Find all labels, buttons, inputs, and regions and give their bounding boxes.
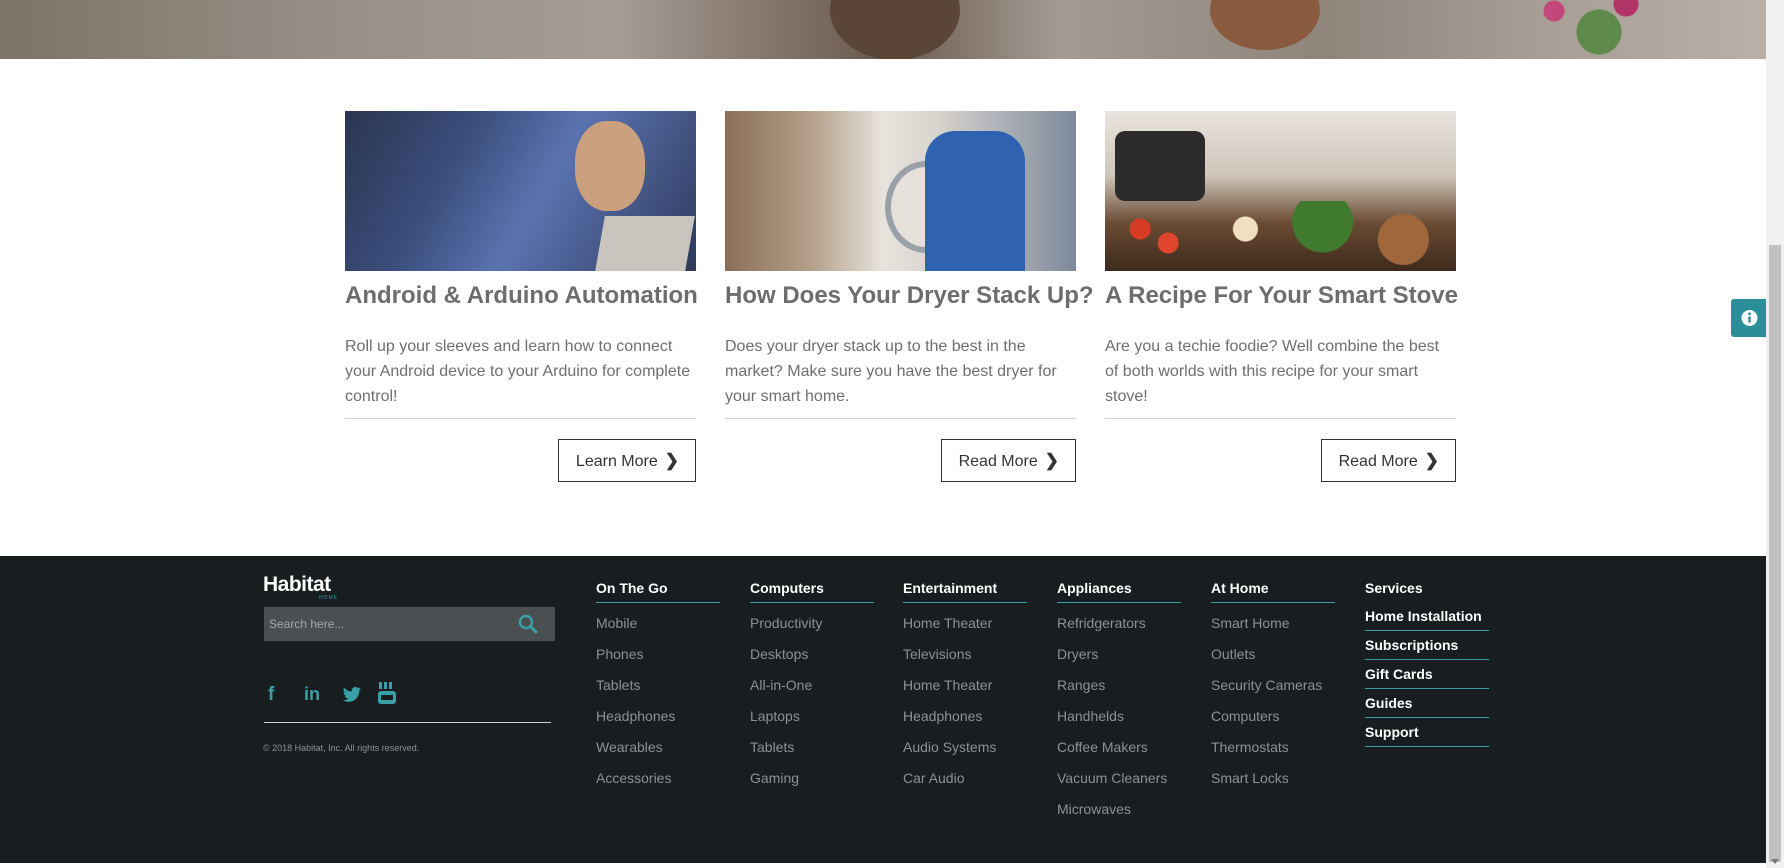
footer-column-services: Services Home Installation Subscriptions… xyxy=(1365,580,1489,747)
footer-column-appliances: Appliances Refridgerators Dryers Ranges … xyxy=(1057,580,1181,817)
footer-column-at-home: At Home Smart Home Outlets Security Came… xyxy=(1211,580,1335,786)
footer-link[interactable]: Computers xyxy=(1211,708,1335,724)
footer-link[interactable]: Vacuum Cleaners xyxy=(1057,770,1181,786)
footer-link[interactable]: Phones xyxy=(596,646,720,662)
scroll-down-arrow-icon[interactable] xyxy=(1771,859,1779,864)
footer-link[interactable]: Desktops xyxy=(750,646,874,662)
footer-link[interactable]: Audio Systems xyxy=(903,739,1027,755)
logo-subtext: HOME xyxy=(319,595,338,601)
hero-person xyxy=(1210,0,1320,50)
footer-link[interactable]: All-in-One xyxy=(750,677,874,693)
footer-link[interactable]: Headphones xyxy=(596,708,720,724)
site-footer: HabitatHOME f in © 2018 Habitat, Inc. Al… xyxy=(0,556,1766,863)
footer-link[interactable]: Handhelds xyxy=(1057,708,1181,724)
chevron-right-icon: ❯ xyxy=(1424,451,1439,470)
facebook-icon[interactable]: f xyxy=(268,684,290,706)
divider xyxy=(345,418,696,419)
info-icon xyxy=(1741,310,1758,326)
learn-more-button[interactable]: Learn More ❯ xyxy=(557,439,696,482)
linkedin-icon[interactable]: in xyxy=(304,684,326,706)
article-excerpt: Are you a techie foodie? Well combine th… xyxy=(1105,338,1440,405)
youtube-icon[interactable] xyxy=(378,682,396,704)
article-title[interactable]: A Recipe For Your Smart Stove xyxy=(1105,280,1458,312)
footer-link[interactable]: Smart Home xyxy=(1211,615,1335,631)
service-link-gift-cards[interactable]: Gift Cards xyxy=(1365,660,1489,689)
hero-flowers xyxy=(1500,0,1680,59)
column-heading[interactable]: At Home xyxy=(1211,580,1335,603)
footer-link[interactable]: Home Theater xyxy=(903,677,1027,693)
article-image[interactable] xyxy=(1105,111,1456,271)
footer-column-on-the-go: On The Go Mobile Phones Tablets Headphon… xyxy=(596,580,720,786)
footer-link[interactable]: Mobile xyxy=(596,615,720,631)
scrollbar-thumb[interactable] xyxy=(1769,245,1781,862)
footer-link[interactable]: Coffee Makers xyxy=(1057,739,1181,755)
footer-link[interactable]: Home Theater xyxy=(903,615,1027,631)
divider xyxy=(725,418,1076,419)
footer-link[interactable]: Smart Locks xyxy=(1211,770,1335,786)
footer-link[interactable]: Wearables xyxy=(596,739,720,755)
footer-link[interactable]: Thermostats xyxy=(1211,739,1335,755)
footer-link[interactable]: Refridgerators xyxy=(1057,615,1181,631)
service-link-home-installation[interactable]: Home Installation xyxy=(1365,602,1489,631)
info-button[interactable] xyxy=(1731,299,1768,337)
chevron-right-icon: ❯ xyxy=(1044,451,1059,470)
article-card-dryer: How Does Your Dryer Stack Up? Does your … xyxy=(725,111,1094,482)
divider xyxy=(264,722,551,723)
hero-person xyxy=(830,0,960,59)
habitat-logo[interactable]: Habitat HOME xyxy=(263,573,337,601)
footer-link[interactable]: Microwaves xyxy=(1057,801,1181,817)
column-heading[interactable]: Entertainment xyxy=(903,580,1027,603)
column-heading[interactable]: On The Go xyxy=(596,580,720,603)
footer-link[interactable]: Dryers xyxy=(1057,646,1181,662)
logo-text: Habitat xyxy=(263,573,331,596)
footer-link[interactable]: Ranges xyxy=(1057,677,1181,693)
footer-link[interactable]: Gaming xyxy=(750,770,874,786)
scrollbar[interactable] xyxy=(1766,0,1784,868)
column-heading[interactable]: Services xyxy=(1365,580,1489,596)
footer-link[interactable]: Security Cameras xyxy=(1211,677,1335,693)
footer-link[interactable]: Outlets xyxy=(1211,646,1335,662)
footer-link[interactable]: Tablets xyxy=(596,677,720,693)
footer-link[interactable]: Headphones xyxy=(903,708,1027,724)
article-excerpt: Roll up your sleeves and learn how to co… xyxy=(345,338,691,405)
copyright: © 2018 Habitat, Inc. All rights reserved… xyxy=(263,743,420,753)
footer-link[interactable]: Televisions xyxy=(903,646,1027,662)
article-title[interactable]: Android & Arduino Automation xyxy=(345,280,698,312)
twitter-icon[interactable] xyxy=(342,686,362,704)
search-icon[interactable] xyxy=(518,614,538,634)
footer-column-computers: Computers Productivity Desktops All-in-O… xyxy=(750,580,874,786)
button-label: Read More xyxy=(958,453,1038,470)
chevron-right-icon: ❯ xyxy=(664,451,679,470)
footer-column-entertainment: Entertainment Home Theater Televisions H… xyxy=(903,580,1027,786)
article-card-arduino: Android & Arduino Automation Roll up you… xyxy=(345,111,698,482)
footer-link[interactable]: Productivity xyxy=(750,615,874,631)
column-heading[interactable]: Appliances xyxy=(1057,580,1181,603)
footer-link[interactable]: Laptops xyxy=(750,708,874,724)
button-label: Learn More xyxy=(575,453,658,470)
footer-link[interactable]: Accessories xyxy=(596,770,720,786)
service-link-guides[interactable]: Guides xyxy=(1365,689,1489,718)
article-title[interactable]: How Does Your Dryer Stack Up? xyxy=(725,280,1094,312)
article-image[interactable] xyxy=(345,111,696,271)
search-input[interactable] xyxy=(264,607,509,641)
article-image[interactable] xyxy=(725,111,1076,271)
footer-search xyxy=(264,607,555,641)
article-excerpt: Does your dryer stack up to the best in … xyxy=(725,338,1057,405)
footer-link[interactable]: Tablets xyxy=(750,739,874,755)
hero-image xyxy=(0,0,1766,59)
footer-link[interactable]: Car Audio xyxy=(903,770,1027,786)
column-heading[interactable]: Computers xyxy=(750,580,874,603)
read-more-button[interactable]: Read More ❯ xyxy=(940,439,1076,482)
button-label: Read More xyxy=(1338,453,1418,470)
service-link-subscriptions[interactable]: Subscriptions xyxy=(1365,631,1489,660)
read-more-button[interactable]: Read More ❯ xyxy=(1320,439,1456,482)
article-card-stove: A Recipe For Your Smart Stove Are you a … xyxy=(1105,111,1458,482)
divider xyxy=(1105,418,1456,419)
service-link-support[interactable]: Support xyxy=(1365,718,1489,747)
